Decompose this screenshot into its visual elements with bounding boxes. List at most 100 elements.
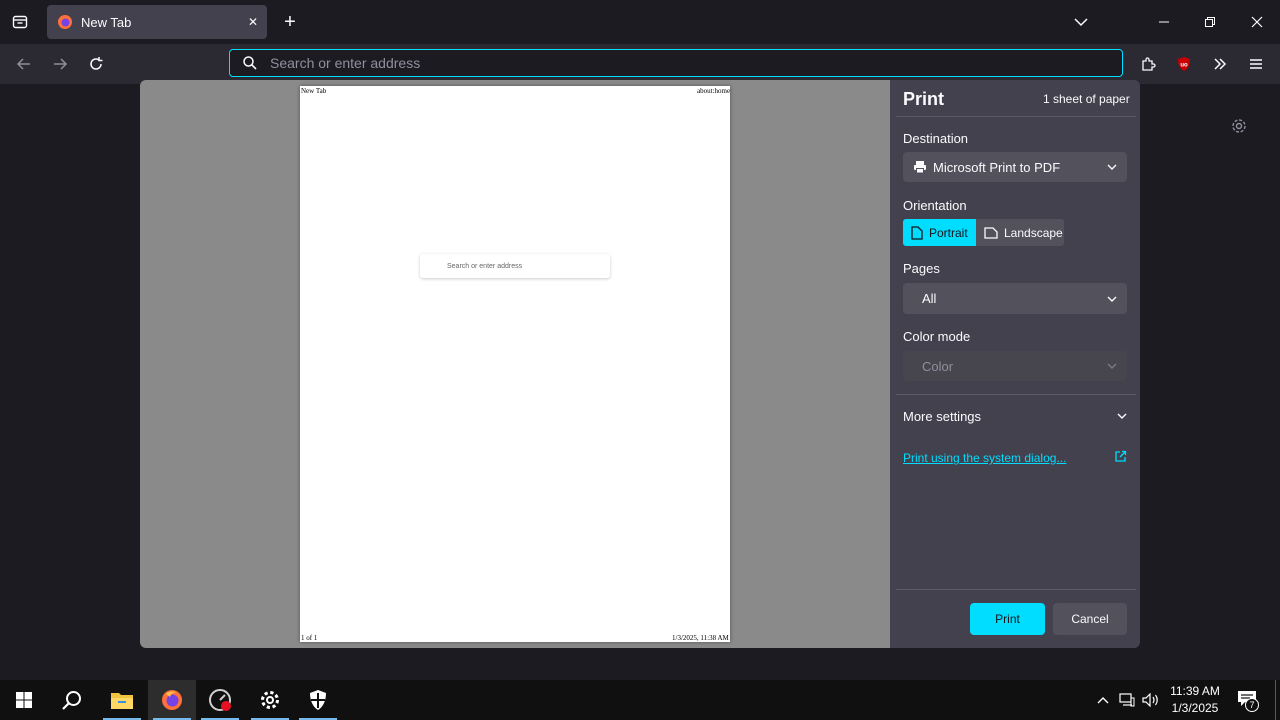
notification-badge: 7	[1245, 698, 1259, 712]
tab-close-button[interactable]: ✕	[239, 15, 267, 29]
print-button[interactable]: Print	[970, 603, 1045, 635]
portrait-label: Portrait	[929, 225, 968, 240]
address-bar[interactable]	[229, 49, 1123, 77]
page-footer-count: 1 of 1	[301, 634, 318, 642]
clock-date: 1/3/2025	[1171, 701, 1219, 715]
preview-page	[300, 86, 730, 642]
start-button[interactable]	[0, 680, 48, 720]
portrait-option[interactable]: Portrait	[903, 219, 976, 246]
divider	[896, 589, 1136, 590]
destination-value: Microsoft Print to PDF	[933, 159, 1061, 175]
printer-icon	[914, 161, 926, 174]
extensions-button[interactable]	[1134, 50, 1162, 78]
firefox-view-icon	[12, 15, 28, 29]
chevron-down-icon	[1117, 413, 1127, 419]
gear-icon	[261, 691, 279, 709]
chevron-down-icon	[1107, 296, 1117, 302]
tab-title: New Tab	[81, 14, 132, 30]
more-settings-label: More settings	[903, 408, 982, 424]
show-hidden-icons-button[interactable]	[1094, 690, 1112, 710]
ublock-shield-icon: uo	[1178, 57, 1190, 71]
tab-new-tab[interactable]: New Tab ✕	[47, 5, 267, 39]
more-settings-toggle[interactable]: More settings	[903, 404, 1127, 428]
page-footer-date: 1/3/2025, 11:38 AM	[672, 634, 729, 642]
pages-value: All	[922, 291, 937, 306]
close-window-button[interactable]	[1234, 0, 1280, 44]
orientation-label: Orientation	[903, 198, 967, 213]
firefox-view-button[interactable]	[6, 8, 34, 36]
destination-select[interactable]: Microsoft Print to PDF	[903, 152, 1127, 182]
minimize-button[interactable]	[1141, 0, 1187, 44]
open-external-button[interactable]	[1114, 450, 1127, 463]
action-center-button[interactable]: 7	[1236, 688, 1260, 712]
minimize-icon	[1159, 21, 1169, 23]
reload-button[interactable]	[82, 50, 110, 78]
windows-logo-icon	[16, 692, 32, 708]
settings-taskbar-button[interactable]	[246, 680, 294, 720]
search-icon	[243, 56, 257, 70]
divider	[896, 394, 1136, 395]
folder-icon	[111, 693, 133, 709]
volume-button[interactable]	[1141, 690, 1161, 710]
speaker-icon	[1142, 693, 1158, 707]
shield-icon	[310, 690, 326, 710]
url-input[interactable]	[268, 54, 1092, 72]
firefox-icon	[162, 690, 182, 710]
back-button[interactable]	[10, 50, 38, 78]
close-icon	[1251, 16, 1263, 28]
search-button[interactable]	[48, 680, 96, 720]
firefox-icon	[58, 15, 72, 29]
new-tab-button[interactable]: +	[276, 8, 304, 36]
cancel-button[interactable]: Cancel	[1053, 603, 1127, 635]
system-dialog-link[interactable]: Print using the system dialog...	[903, 451, 1066, 465]
landscape-page-icon	[984, 226, 998, 239]
speedometer-app-icon	[209, 689, 231, 711]
pages-label: Pages	[903, 261, 940, 276]
hamburger-menu-icon	[1250, 59, 1262, 69]
new-tab-settings-button[interactable]	[1227, 114, 1251, 138]
chevron-down-icon	[1074, 18, 1088, 27]
arrow-right-icon	[54, 58, 68, 70]
svg-text:uo: uo	[1180, 63, 1188, 69]
color-mode-label: Color mode	[903, 329, 971, 344]
portrait-page-icon	[911, 225, 923, 240]
chevron-down-icon	[1107, 363, 1117, 369]
file-explorer-button[interactable]	[98, 680, 146, 720]
chevron-up-icon	[1097, 697, 1109, 704]
page-header-title: New Tab	[301, 87, 327, 95]
app-taskbar-button[interactable]	[196, 680, 244, 720]
search-icon	[62, 691, 81, 710]
list-all-tabs-button[interactable]	[1058, 0, 1104, 44]
color-mode-select[interactable]: Color	[903, 351, 1127, 381]
puzzle-piece-icon	[1142, 57, 1156, 71]
ublock-origin-button[interactable]: uo	[1170, 50, 1198, 78]
page-header-url: about:home	[697, 87, 731, 95]
reload-icon	[90, 57, 103, 70]
restore-button[interactable]	[1187, 0, 1233, 44]
forward-button[interactable]	[46, 50, 74, 78]
clock[interactable]: 11:39 AM 1/3/2025	[1166, 683, 1224, 717]
restore-icon	[1205, 17, 1215, 27]
double-chevron-right-icon	[1214, 58, 1227, 70]
firefox-taskbar-button[interactable]	[148, 680, 196, 720]
destination-label: Destination	[903, 131, 969, 146]
network-button[interactable]	[1118, 690, 1136, 710]
landscape-option[interactable]: Landscape	[976, 219, 1064, 246]
security-taskbar-button[interactable]	[294, 680, 342, 720]
external-link-icon	[1115, 450, 1127, 462]
overflow-menu-button[interactable]	[1206, 50, 1234, 78]
print-title: Print	[903, 89, 945, 109]
clock-time: 11:39 AM	[1170, 684, 1220, 698]
show-desktop-button[interactable]	[1275, 680, 1276, 720]
gear-icon	[1232, 119, 1246, 133]
chevron-down-icon	[1107, 164, 1117, 170]
sheet-count: 1 sheet of paper	[1043, 92, 1130, 106]
color-mode-value: Color	[922, 358, 954, 374]
network-icon	[1119, 693, 1135, 707]
preview-search-box: Search or enter address	[420, 254, 610, 278]
landscape-label: Landscape	[1004, 225, 1063, 240]
pages-select[interactable]: All	[903, 283, 1127, 314]
arrow-left-icon	[16, 58, 30, 70]
app-menu-button[interactable]	[1242, 50, 1270, 78]
divider	[896, 116, 1136, 117]
